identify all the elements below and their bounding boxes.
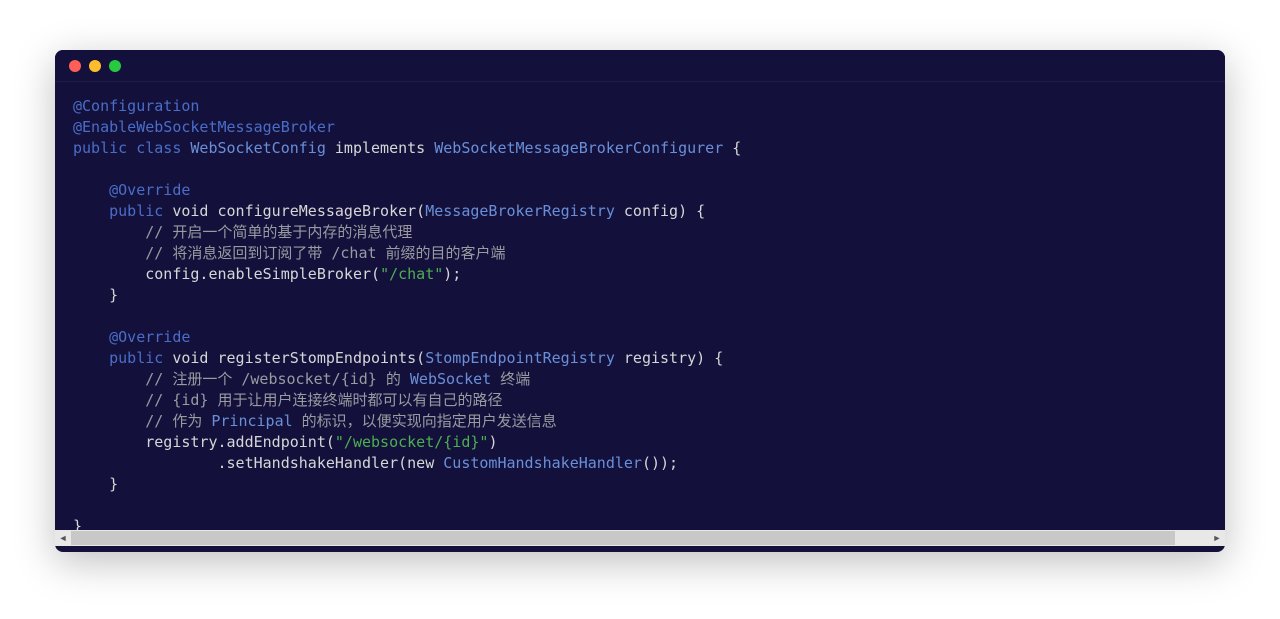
code-area: @Configuration @EnableWebSocketMessageBr… [55,82,1225,552]
brace: { [723,139,741,157]
code-content: @Configuration @EnableWebSocketMessageBr… [73,96,1207,530]
class-name: CustomHandshakeHandler [443,454,642,472]
comment: 终端 [491,370,530,388]
class-name: Principal [211,412,292,430]
scrollbar-thumb[interactable] [71,531,1175,545]
string-literal: "/websocket/{id}" [335,433,489,451]
minimize-icon[interactable] [89,60,101,72]
punct: ()); [642,454,678,472]
annotation: @Override [109,328,190,346]
comment: // {id} 用于让用户连接终端时都可以有自己的路径 [145,391,502,409]
punct: ) [488,433,497,451]
params: registry) { [615,349,723,367]
comment: // 将消息返回到订阅了带 /chat 前缀的目的客户端 [145,244,505,262]
window-titlebar [55,50,1225,82]
scroll-right-icon[interactable]: ► [1209,530,1225,546]
string-literal: "/chat" [380,265,443,283]
brace: } [109,475,118,493]
return-type: void [172,202,208,220]
scroll-left-icon[interactable]: ◄ [55,530,71,546]
annotation: @Configuration [73,97,199,115]
comment: // 开启一个简单的基于内存的消息代理 [145,223,412,241]
close-icon[interactable] [69,60,81,72]
horizontal-scrollbar[interactable]: ◄ ► [55,530,1225,546]
method-call: registry.addEndpoint( [145,433,335,451]
class-name: WebSocketConfig [190,139,325,157]
keyword: public [109,202,163,220]
punct: ); [443,265,461,283]
code-window: @Configuration @EnableWebSocketMessageBr… [55,50,1225,552]
keyword: public [109,349,163,367]
return-type: void [172,349,208,367]
class-name: WebSocket [410,370,491,388]
method-name: registerStompEndpoints( [218,349,426,367]
comment: // 注册一个 /websocket/{id} 的 [145,370,410,388]
comment: // 作为 [145,412,211,430]
class-name: WebSocketMessageBrokerConfigurer [434,139,723,157]
brace: } [73,517,82,530]
code-scroll-viewport[interactable]: @Configuration @EnableWebSocketMessageBr… [55,82,1225,530]
keyword: new [407,454,434,472]
comment: 的标识，以便实现向指定用户发送信息 [293,412,557,430]
maximize-icon[interactable] [109,60,121,72]
keyword: public [73,139,127,157]
annotation: @Override [109,181,190,199]
keyword-implements: implements [335,139,425,157]
brace: } [109,286,118,304]
scrollbar-track[interactable] [71,530,1209,546]
annotation: @EnableWebSocketMessageBroker [73,118,335,136]
keyword: class [136,139,181,157]
class-name: MessageBrokerRegistry [425,202,615,220]
params: config) { [615,202,705,220]
method-call: config.enableSimpleBroker( [145,265,380,283]
class-name: StompEndpointRegistry [425,349,615,367]
method-call: .setHandshakeHandler( [218,454,408,472]
method-name: configureMessageBroker( [218,202,426,220]
